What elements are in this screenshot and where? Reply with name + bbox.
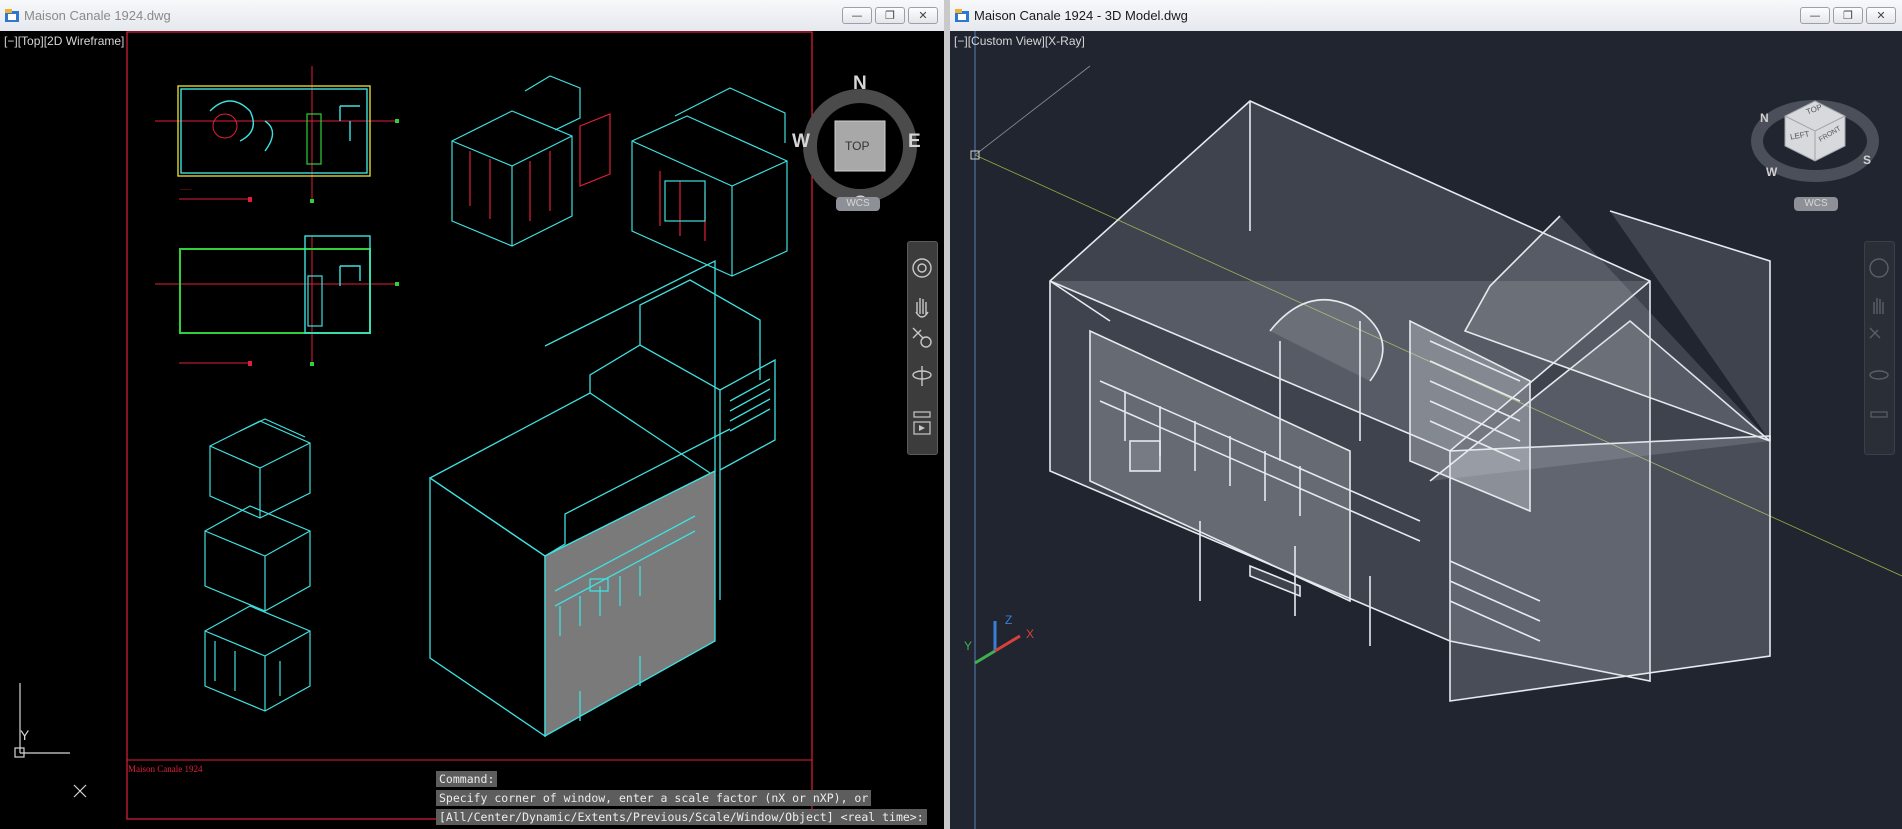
- compass-west[interactable]: W: [1766, 165, 1777, 179]
- close-button[interactable]: ✕: [908, 7, 938, 24]
- command-prompt: Command:: [436, 771, 498, 787]
- zoom-extents-icon: [1869, 327, 1881, 339]
- isometric-view-b: [631, 87, 788, 277]
- ucs-x-label: X: [1026, 627, 1035, 641]
- restore-button[interactable]: ❐: [875, 7, 905, 24]
- compass-south[interactable]: S: [1863, 153, 1871, 167]
- autocad-file-icon: [5, 9, 19, 22]
- restore-icon: ❐: [1843, 9, 1853, 22]
- navigation-bar[interactable]: [1864, 241, 1895, 455]
- isometric-view-a: [451, 75, 611, 247]
- minimize-icon: —: [851, 9, 863, 22]
- showmotion-icon: [1870, 411, 1888, 418]
- viewcube[interactable]: TOP N S E W: [792, 73, 925, 214]
- wcs-menu[interactable]: WCS: [1794, 197, 1838, 211]
- minimize-button[interactable]: —: [842, 7, 872, 24]
- pan-icon: [915, 298, 929, 318]
- viewport-minus-control[interactable]: [−]: [4, 34, 18, 48]
- compass-north[interactable]: N: [1760, 111, 1769, 125]
- view-control[interactable]: [Top]: [18, 34, 44, 48]
- sheet-border: [126, 31, 813, 820]
- viewport-controls-label[interactable]: [−][Top][2D Wireframe]: [4, 34, 124, 48]
- sheet-title-text: Maison Canale 1924: [128, 764, 203, 774]
- right-model-viewport[interactable]: [−][Custom View][X-Ray] X Y Z TOP LEFT F…: [950, 31, 1902, 829]
- pan-icon: [1873, 298, 1884, 314]
- main-isometric-model: [429, 259, 776, 738]
- left-drawing-window[interactable]: Maison Canale 1924.dwg — ❐ ✕ [−][Top][2D…: [0, 0, 944, 829]
- command-line-2[interactable]: [All/Center/Dynamic/Extents/Previous/Sca…: [436, 809, 927, 825]
- command-line-1: Specify corner of window, enter a scale …: [436, 790, 872, 806]
- compass-east[interactable]: E: [908, 131, 921, 153]
- view-control[interactable]: [Custom View]: [968, 34, 1045, 48]
- navigation-bar[interactable]: [907, 241, 938, 455]
- ucs-icon-3d: [974, 621, 1021, 665]
- floor-plan-lower: [155, 235, 399, 366]
- minimize-icon: —: [1809, 9, 1821, 22]
- steering-wheel-icon: [1869, 258, 1889, 278]
- compass-north[interactable]: N: [853, 73, 867, 95]
- viewcube[interactable]: TOP LEFT FRONT N S W: [1750, 71, 1880, 191]
- visual-style-control[interactable]: [2D Wireframe]: [44, 34, 125, 48]
- viewport-minus-control[interactable]: [−]: [954, 34, 968, 48]
- right-model-window[interactable]: Maison Canale 1924 - 3D Model.dwg — ❐ ✕ …: [950, 0, 1902, 829]
- wcs-menu[interactable]: WCS: [836, 197, 880, 211]
- restore-button[interactable]: ❐: [1833, 7, 1863, 24]
- steering-wheel-icon: [912, 258, 932, 278]
- ucs-z-label: Z: [1005, 613, 1013, 627]
- zoom-extents-icon: [912, 327, 924, 339]
- minimize-button[interactable]: —: [1800, 7, 1830, 24]
- visual-style-control[interactable]: [X-Ray]: [1045, 34, 1085, 48]
- right-title-bar[interactable]: Maison Canale 1924 - 3D Model.dwg — ❐ ✕: [950, 0, 1902, 32]
- orbit-icon: [1869, 370, 1889, 380]
- ucs-y-label: Y: [20, 727, 30, 743]
- restore-icon: ❐: [885, 9, 895, 22]
- floor-plan-upper: -------: [155, 66, 399, 203]
- compass-west[interactable]: W: [792, 131, 810, 153]
- command-history: Command: Specify corner of window, enter…: [436, 771, 934, 828]
- left-window-title: Maison Canale 1924.dwg: [24, 8, 171, 23]
- svg-text:-------: -------: [180, 187, 192, 193]
- left-title-bar[interactable]: Maison Canale 1924.dwg — ❐ ✕: [0, 0, 944, 32]
- ucs-y-label: Y: [964, 639, 973, 653]
- close-icon: ✕: [918, 9, 928, 22]
- isometric-thumbnails: [204, 418, 311, 712]
- viewport-controls-label[interactable]: [−][Custom View][X-Ray]: [954, 34, 1085, 48]
- right-window-title: Maison Canale 1924 - 3D Model.dwg: [974, 8, 1188, 23]
- xray-building: [1049, 100, 1771, 702]
- autocad-file-icon: [955, 9, 969, 22]
- left-model-viewport[interactable]: [−][Top][2D Wireframe] ------- Maison Ca…: [0, 31, 944, 829]
- close-icon: ✕: [1876, 9, 1886, 22]
- close-button[interactable]: ✕: [1866, 7, 1896, 24]
- viewcube-top-face[interactable]: TOP: [845, 139, 869, 153]
- showmotion-icon: [913, 411, 931, 418]
